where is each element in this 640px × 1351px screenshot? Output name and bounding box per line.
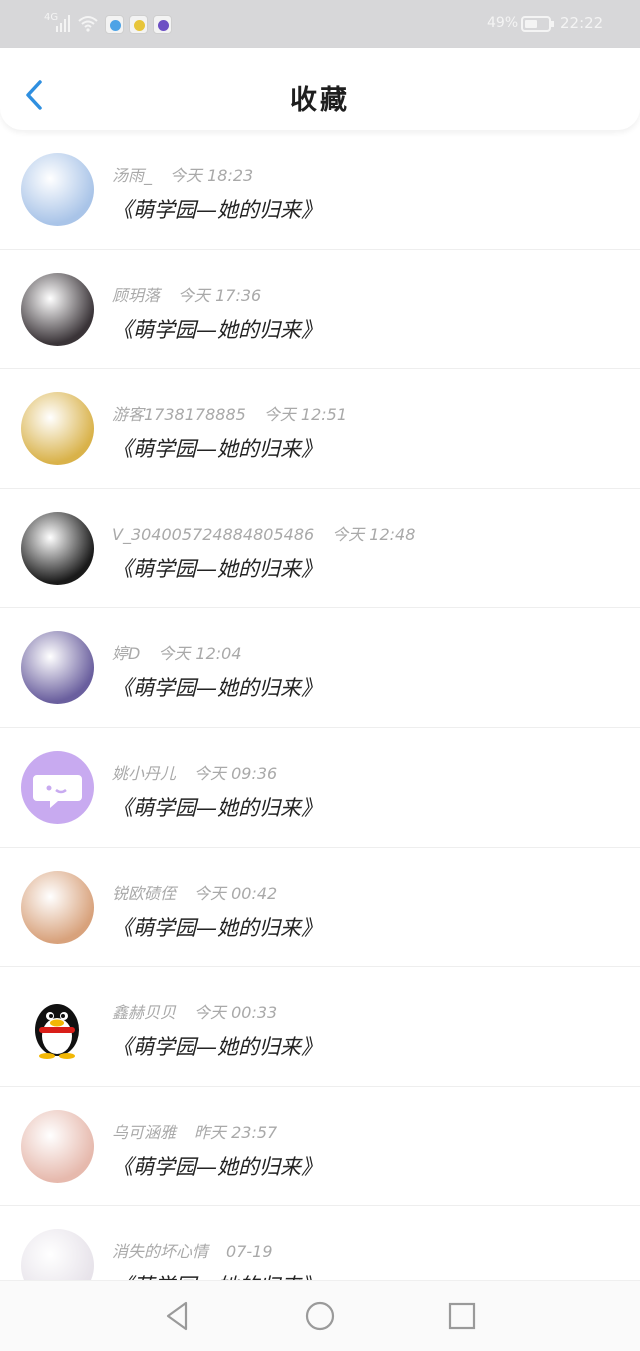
penguin-icon: [35, 1004, 79, 1060]
signal-bars-icon: [56, 15, 70, 32]
avatar[interactable]: [21, 392, 94, 466]
favorites-list: 汤雨_ 今天 18:23 《萌学园—她的归来》 顾玥落 今天 17:36 《萌学园—她的归…: [0, 130, 640, 1280]
avatar[interactable]: [21, 870, 94, 944]
timestamp: 今天 12:51: [263, 405, 348, 425]
username: 顾玥落: [112, 285, 161, 305]
circle-home-icon[interactable]: [302, 1298, 338, 1334]
timestamp: 今天 00:33: [194, 1003, 278, 1023]
favorite-content[interactable]: 《萌学园—她的归来》: [112, 792, 322, 822]
favorite-content[interactable]: 《萌学园—她的归来》: [112, 1270, 322, 1280]
favorite-content[interactable]: 《萌学园—她的归来》: [112, 1031, 322, 1061]
timestamp: 今天 00:42: [194, 883, 278, 903]
timestamp: 今天 12:04: [158, 644, 242, 664]
app-icon-yellow: [129, 15, 148, 34]
favorite-item[interactable]: 姚小丹儿 今天 09:36 《萌学园—她的归来》: [0, 728, 640, 848]
favorite-item[interactable]: 乌可涵雅 昨天 23:57 《萌学园—她的归来》: [0, 1087, 640, 1207]
favorite-content[interactable]: 《萌学园—她的归来》: [112, 1151, 322, 1181]
username: 姚小丹儿: [112, 763, 177, 783]
chat-bubble-icon: [33, 774, 82, 808]
favorite-item[interactable]: V_304005724884805486 今天 12:48 《萌学园—她的归来》: [0, 489, 640, 609]
item-meta: 顾玥落 今天 17:36: [112, 282, 261, 306]
favorite-content[interactable]: 《萌学园—她的归来》: [112, 314, 322, 344]
system-nav-bar: [0, 1280, 640, 1351]
username: 乌可涵雅: [112, 1122, 177, 1142]
favorite-item[interactable]: 婷D 今天 12:04 《萌学园—她的归来》: [0, 608, 640, 728]
battery-icon: [521, 16, 554, 32]
item-meta: 婷D 今天 12:04: [112, 640, 242, 664]
item-meta: 消失的坏心情 07-19: [112, 1238, 273, 1262]
avatar[interactable]: [21, 153, 94, 226]
status-bar: 4G 49% 22:22: [0, 0, 640, 48]
timestamp: 昨天 23:57: [194, 1122, 278, 1142]
item-meta: 游客1738178885 今天 12:51: [112, 401, 347, 425]
avatar[interactable]: [21, 1109, 94, 1183]
favorite-content[interactable]: 《萌学园—她的归来》: [112, 553, 322, 583]
triangle-back-icon[interactable]: [160, 1298, 196, 1334]
page-title: 收藏: [290, 85, 350, 116]
timestamp: 今天 09:36: [194, 763, 278, 783]
favorite-item[interactable]: 消失的坏心情 07-19 《萌学园—她的归来》: [0, 1206, 640, 1280]
avatar[interactable]: [21, 750, 94, 824]
battery-percent: 49%: [487, 15, 519, 31]
item-meta: V_304005724884805486 今天 12:48: [112, 521, 415, 545]
timestamp: 07-19: [226, 1242, 273, 1262]
username: 游客1738178885: [112, 405, 246, 425]
favorite-content[interactable]: 《萌学园—她的归来》: [112, 912, 322, 942]
item-meta: 乌可涵雅 昨天 23:57: [112, 1119, 277, 1143]
item-meta: 姚小丹儿 今天 09:36: [112, 760, 277, 784]
avatar[interactable]: [21, 272, 94, 346]
avatar[interactable]: [21, 631, 94, 705]
wifi-icon: [78, 16, 98, 32]
app-icon-purple: [153, 15, 172, 34]
favorite-item[interactable]: 鑫赫贝贝 今天 00:33 《萌学园—她的归来》: [0, 967, 640, 1087]
avatar[interactable]: [21, 990, 94, 1064]
favorite-item[interactable]: 锐欧碛侄 今天 00:42 《萌学园—她的归来》: [0, 848, 640, 968]
item-meta: 锐欧碛侄 今天 00:42: [112, 880, 277, 904]
timestamp: 今天 18:23: [170, 166, 254, 185]
username: 鑫赫贝贝: [112, 1003, 177, 1023]
username: 婷D: [112, 644, 141, 664]
username: 消失的坏心情: [112, 1242, 209, 1262]
timestamp: 今天 12:48: [332, 524, 416, 544]
favorite-content[interactable]: 《萌学园—她的归来》: [112, 433, 322, 463]
username: 汤雨_: [112, 166, 153, 185]
favorite-content[interactable]: 《萌学园—她的归来》: [112, 672, 322, 702]
favorite-item[interactable]: 汤雨_ 今天 18:23 《萌学园—她的归来》: [0, 130, 640, 250]
favorite-item[interactable]: 顾玥落 今天 17:36 《萌学园—她的归来》: [0, 250, 640, 370]
avatar[interactable]: [21, 511, 94, 585]
favorite-content[interactable]: 《萌学园—她的归来》: [112, 194, 322, 224]
item-meta: 汤雨_ 今天 18:23: [112, 162, 253, 186]
square-recents-icon[interactable]: [444, 1298, 480, 1334]
status-time: 22:22: [560, 14, 604, 32]
timestamp: 今天 17:36: [178, 285, 262, 305]
header: 收藏: [0, 48, 640, 130]
username: V_304005724884805486: [112, 524, 315, 544]
avatar[interactable]: [21, 1229, 94, 1280]
item-meta: 鑫赫贝贝 今天 00:33: [112, 999, 277, 1023]
app-icon-blue: [105, 15, 124, 34]
favorite-item[interactable]: 游客1738178885 今天 12:51 《萌学园—她的归来》: [0, 369, 640, 489]
username: 锐欧碛侄: [112, 883, 177, 903]
